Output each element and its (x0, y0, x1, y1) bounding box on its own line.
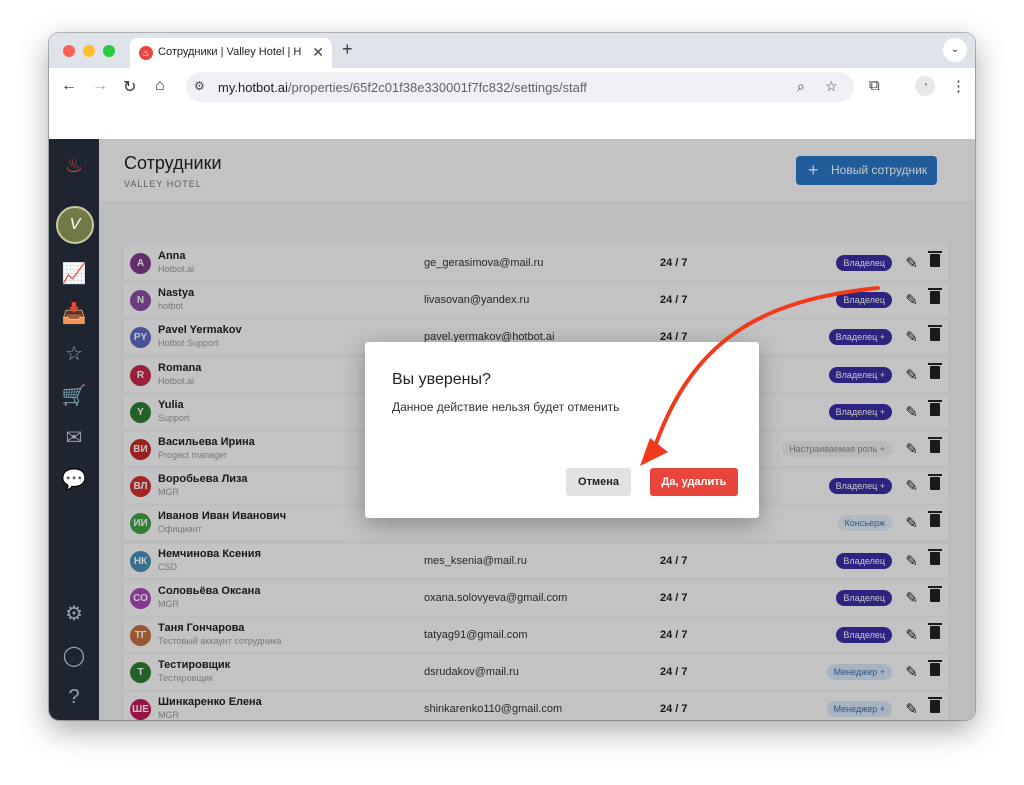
account-user-icon[interactable]: ◯ (61, 643, 87, 669)
back-arrow-icon[interactable]: ← (61, 77, 77, 95)
zoom-icon[interactable]: ⌕ (797, 78, 805, 95)
menu-kebab-icon[interactable]: ⋮ (951, 77, 966, 95)
tab-title: Сотрудники | Valley Hotel | H (158, 46, 302, 58)
new-tab-icon[interactable]: + (342, 39, 353, 60)
zoom-window-button[interactable] (103, 45, 115, 57)
inbox-download-icon[interactable]: 📥 (61, 301, 87, 327)
help-question-icon[interactable]: ? (61, 684, 87, 710)
hotbot-logo-icon[interactable]: ♨ (61, 153, 87, 179)
profile-avatar[interactable]: ◔ (915, 76, 935, 96)
settings-gear-icon[interactable]: ⚙ (61, 601, 87, 627)
site-info-icon[interactable]: ⚙ (194, 79, 205, 93)
sidebar: ♨ V 📈 📥 ☆ 🛒 ✉ 💬 ⚙ ◯ ? (49, 139, 99, 720)
close-window-button[interactable] (63, 45, 75, 57)
reload-icon[interactable]: ↻ (123, 77, 136, 97)
confirm-delete-button[interactable]: Да, удалить (650, 468, 738, 496)
extensions-puzzle-icon[interactable]: ⧉ (869, 77, 880, 94)
minimize-window-button[interactable] (83, 45, 95, 57)
analytics-chart-icon[interactable]: 📈 (61, 261, 87, 287)
confirm-delete-dialog: Вы уверены? Данное действие нельзя будет… (365, 342, 759, 518)
forward-arrow-icon[interactable]: → (92, 77, 108, 95)
browser-window: ♨ Сотрудники | Valley Hotel | H ✕ + ⌄ ← … (49, 33, 975, 720)
home-icon[interactable]: ⌂ (155, 77, 165, 95)
hotbot-favicon-icon: ♨ (139, 46, 153, 60)
url-text: my.hotbot.ai/properties/65f2c01f38e33000… (218, 80, 587, 95)
url-path: /properties/65f2c01f38e330001f7fc832/set… (287, 80, 587, 95)
tab-bar: ♨ Сотрудники | Valley Hotel | H ✕ + ⌄ (49, 33, 975, 68)
cart-icon[interactable]: 🛒 (61, 383, 87, 409)
mail-icon[interactable]: ✉ (61, 425, 87, 451)
tab-search-chevron-icon[interactable]: ⌄ (943, 38, 967, 62)
reviews-star-icon[interactable]: ☆ (61, 341, 87, 367)
address-bar[interactable]: ⚙ my.hotbot.ai/properties/65f2c01f38e330… (186, 72, 854, 102)
bookmark-star-icon[interactable]: ☆ (825, 78, 838, 95)
cancel-button[interactable]: Отмена (566, 468, 631, 496)
page-content: ♨ V 📈 📥 ☆ 🛒 ✉ 💬 ⚙ ◯ ? Сотрудники VALLEY … (49, 139, 975, 720)
dialog-message: Данное действие нельзя будет отменить (392, 400, 620, 414)
dialog-title: Вы уверены? (392, 371, 491, 388)
hotel-avatar[interactable]: V (56, 206, 94, 244)
browser-toolbar: ← → ↻ ⌂ ⚙ my.hotbot.ai/properties/65f2c0… (49, 68, 975, 106)
chat-bubble-icon[interactable]: 💬 (61, 467, 87, 493)
close-tab-icon[interactable]: ✕ (312, 44, 324, 61)
url-host: my.hotbot.ai (218, 80, 288, 95)
staff-main: Сотрудники VALLEY HOTEL + Новый сотрудни… (99, 139, 975, 720)
browser-tab[interactable]: ♨ Сотрудники | Valley Hotel | H ✕ (130, 38, 332, 68)
